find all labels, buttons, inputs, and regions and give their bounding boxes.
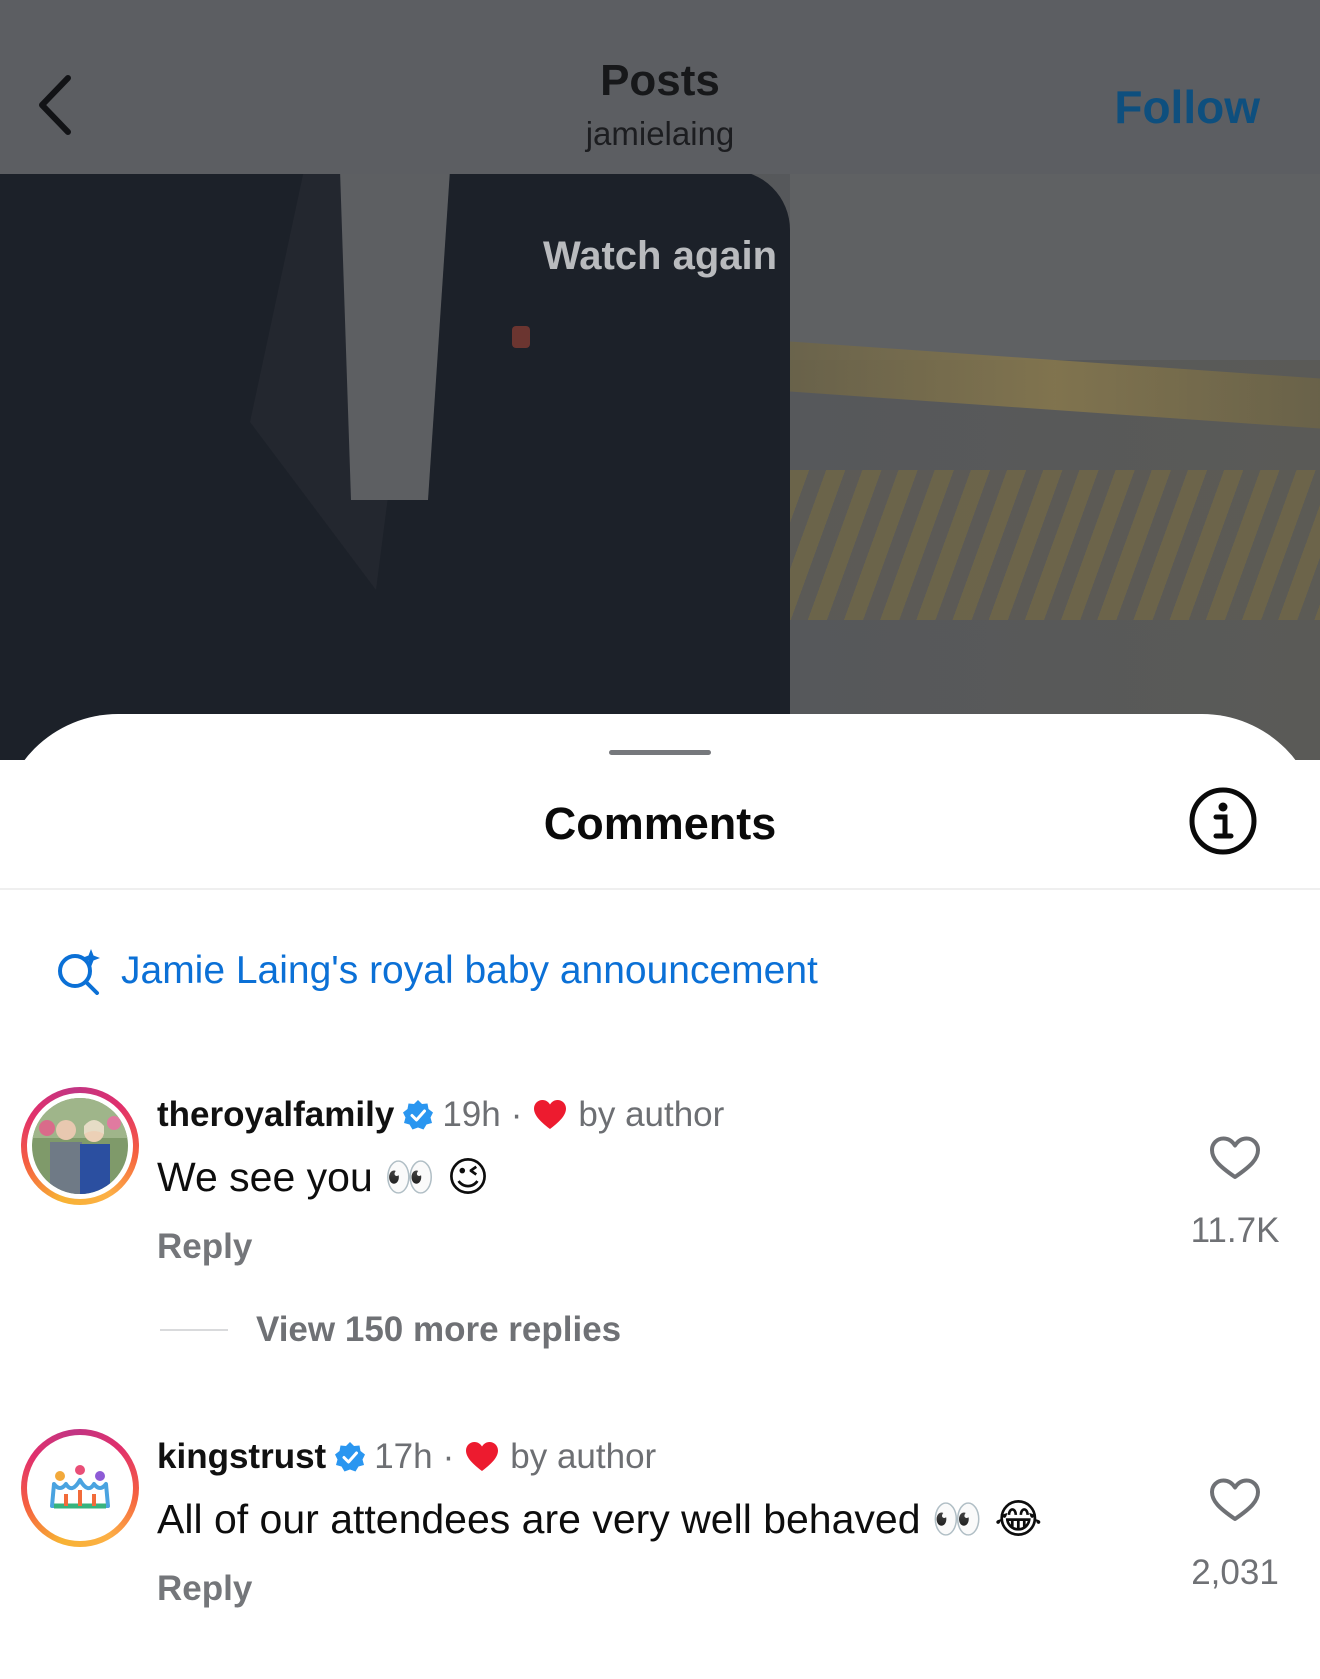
avatar[interactable] [21, 1429, 139, 1547]
liked-by-author-label: by author [578, 1095, 725, 1134]
verified-badge-icon [403, 1100, 434, 1130]
like-count: 2,031 [1191, 1553, 1279, 1592]
comment-time: 17h [374, 1437, 433, 1476]
reply-button[interactable]: Reply [157, 1569, 252, 1609]
reply-button[interactable]: Reply [157, 1227, 252, 1267]
comment-meta: kingstrust 17h · by author [157, 1437, 656, 1477]
separator-dot: · [442, 1437, 455, 1476]
replies-divider-line [160, 1329, 228, 1331]
video-figure-pin [512, 326, 530, 348]
avatar-photo [32, 1098, 128, 1194]
verified-badge-icon [335, 1442, 366, 1472]
sheet-divider [0, 888, 1320, 890]
follow-button[interactable]: Follow [1114, 80, 1260, 134]
like-count: 11.7K [1190, 1211, 1280, 1250]
info-circle-icon[interactable] [1188, 786, 1258, 856]
search-suggestion-text: Jamie Laing's royal baby announcement [121, 949, 818, 992]
comment-meta: theroyalfamily 19h · by author [157, 1095, 724, 1135]
top-nav-bar: Posts jamielaing Follow [0, 0, 1320, 174]
liked-by-author-heart-icon [466, 1442, 499, 1471]
liked-by-author-heart-icon [534, 1100, 567, 1129]
sheet-grabber-handle[interactable] [609, 750, 711, 755]
comments-title: Comments [543, 798, 777, 849]
search-sparkle-icon [58, 949, 100, 995]
comment-username[interactable]: kingstrust [157, 1437, 326, 1477]
avatar-logo [32, 1440, 128, 1536]
comment-text: All of our attendees are very well behav… [157, 1496, 1043, 1542]
heart-outline-icon[interactable] [1209, 1477, 1261, 1523]
comment-username[interactable]: theroyalfamily [157, 1095, 394, 1135]
watch-again-label[interactable]: Watch again [0, 234, 1320, 279]
search-suggestion-link[interactable]: Jamie Laing's royal baby announcement [55, 946, 818, 996]
comment-time: 19h [442, 1095, 501, 1134]
video-bg-ornament [790, 470, 1320, 620]
view-more-replies-button[interactable]: View 150 more replies [160, 1310, 621, 1350]
liked-by-author-label: by author [510, 1437, 657, 1476]
separator-dot: · [510, 1095, 523, 1134]
comment-item: kingstrust 17h · by author All of our at… [0, 1429, 1320, 1679]
view-more-replies-label: View 150 more replies [256, 1310, 622, 1349]
comment-text: We see you 👀 😉 [157, 1154, 490, 1200]
comment-item: theroyalfamily 19h · by author We see yo… [0, 1087, 1320, 1337]
heart-outline-icon[interactable] [1209, 1135, 1261, 1181]
avatar[interactable] [21, 1087, 139, 1205]
